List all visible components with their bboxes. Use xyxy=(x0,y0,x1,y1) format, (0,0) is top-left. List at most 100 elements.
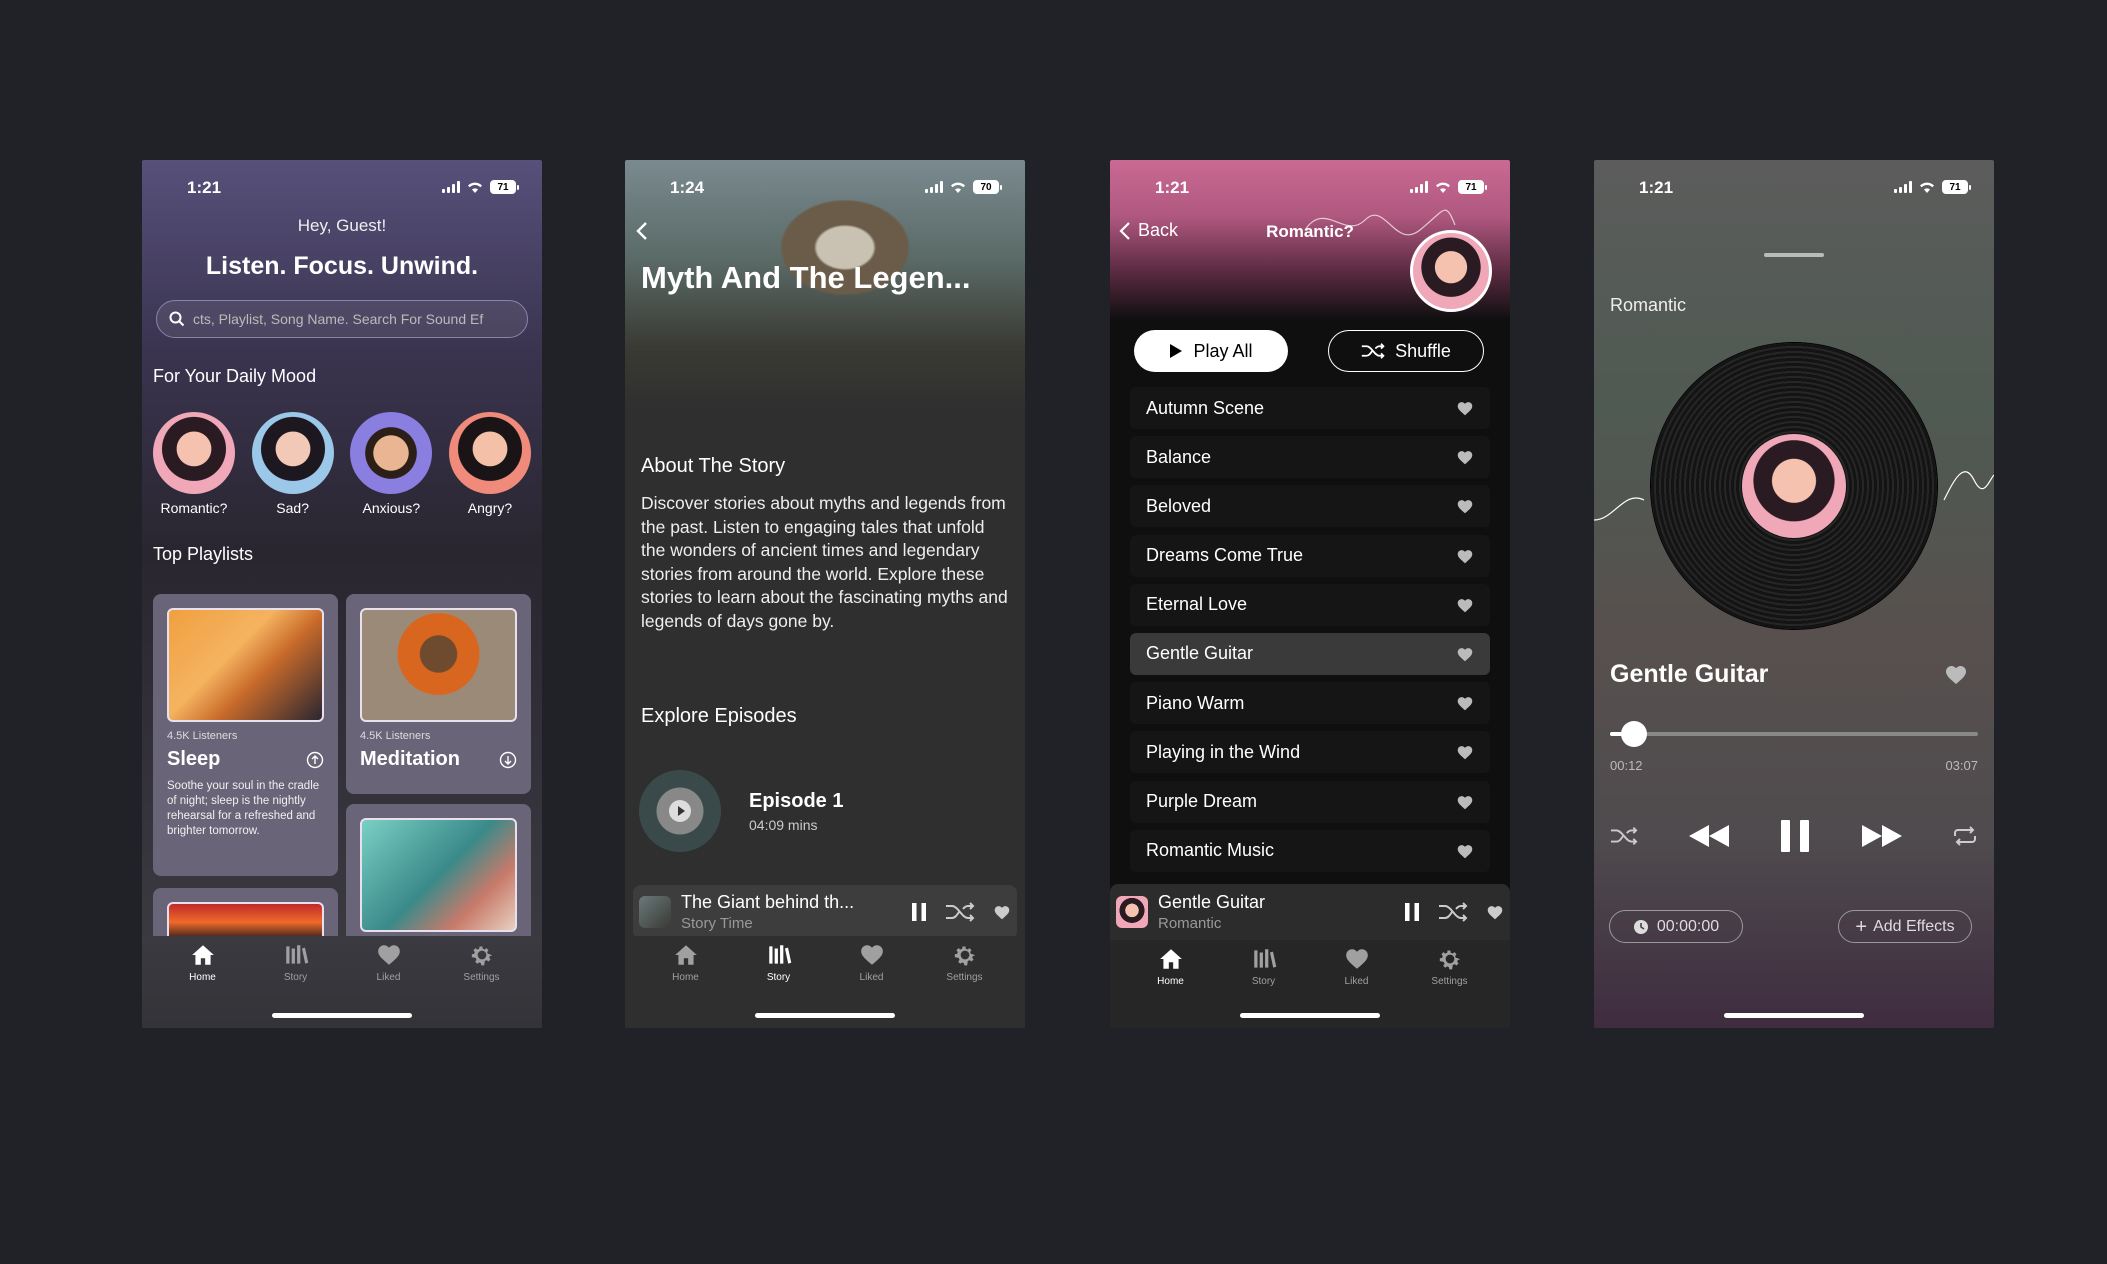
download-icon[interactable] xyxy=(499,751,517,769)
song-row[interactable]: Romantic Music xyxy=(1130,829,1490,872)
mood-avatar xyxy=(350,412,433,494)
song-row[interactable]: Eternal Love xyxy=(1130,583,1490,626)
heart-icon[interactable] xyxy=(1456,843,1474,859)
heart-icon[interactable] xyxy=(993,904,1011,920)
heart-icon[interactable] xyxy=(1456,449,1474,465)
battery-icon: 71 xyxy=(490,180,519,194)
playlist-title: Sleep xyxy=(167,748,221,770)
song-title: Purple Dream xyxy=(1146,791,1258,811)
tab-settings[interactable]: Settings xyxy=(447,942,517,1028)
wifi-icon xyxy=(1434,180,1452,194)
explore-title: Explore Episodes xyxy=(641,705,797,727)
sleep-timer-button[interactable]: 00:00:00 xyxy=(1609,910,1743,943)
playlist-card-meditation[interactable]: 4.5K Listeners Meditation xyxy=(346,594,531,794)
tab-settings[interactable]: Settings xyxy=(930,942,1000,1028)
song-title: Eternal Love xyxy=(1146,594,1248,615)
heart-icon[interactable] xyxy=(1456,597,1474,613)
page-title: Myth And The Legen... xyxy=(641,260,971,295)
status-bar: 1:21 71 xyxy=(1594,178,1994,200)
search-bar[interactable]: cts, Playlist, Song Name. Search For Sou… xyxy=(156,300,528,338)
mood-anxious[interactable]: Anxious? xyxy=(347,412,435,516)
song-title: Playing in the Wind xyxy=(1146,741,1301,762)
wifi-icon xyxy=(466,180,484,194)
tab-label: Settings xyxy=(1431,976,1468,987)
heart-icon xyxy=(377,945,400,965)
home-indicator xyxy=(755,1013,895,1018)
playlist-card-sleep[interactable]: 4.5K Listeners Sleep Soothe your soul in… xyxy=(153,594,338,876)
playlist-listeners: 4.5K Listeners xyxy=(360,730,431,742)
progress-slider[interactable] xyxy=(1610,721,1978,747)
battery-icon: 71 xyxy=(1458,180,1487,194)
song-title: Piano Warm xyxy=(1146,692,1245,713)
search-input[interactable]: cts, Playlist, Song Name. Search For Sou… xyxy=(193,311,483,327)
song-row[interactable]: Purple Dream xyxy=(1130,780,1490,823)
heart-icon[interactable] xyxy=(1456,646,1474,662)
search-icon xyxy=(169,311,185,327)
playlist-card[interactable] xyxy=(346,804,531,944)
mood-avatar xyxy=(251,412,334,494)
fast-forward-icon[interactable] xyxy=(1860,823,1904,849)
mini-player-subtitle: Romantic xyxy=(1158,915,1222,932)
heart-icon[interactable] xyxy=(1456,400,1474,416)
wifi-icon xyxy=(949,180,967,194)
playlist-cover-image xyxy=(360,818,517,932)
tab-label: Settings xyxy=(463,972,500,983)
progress-knob[interactable] xyxy=(1620,721,1647,747)
shuffle-icon[interactable] xyxy=(1438,901,1468,923)
mood-angry[interactable]: Angry? xyxy=(446,412,534,516)
tab-home[interactable]: Home xyxy=(168,942,238,1028)
upload-icon[interactable] xyxy=(306,751,324,769)
mood-avatar xyxy=(153,412,235,494)
add-effects-button[interactable]: + Add Effects xyxy=(1838,910,1972,943)
tab-settings[interactable]: Settings xyxy=(1415,946,1485,1028)
mini-player[interactable]: The Giant behind th... Story Time xyxy=(633,885,1017,939)
episode-row[interactable]: Episode 1 04:09 mins xyxy=(639,770,843,852)
mini-player-title: Gentle Guitar xyxy=(1158,892,1266,912)
heart-icon[interactable] xyxy=(1944,663,1968,685)
shuffle-button[interactable]: Shuffle xyxy=(1328,330,1484,372)
mood-romantic[interactable]: Romantic? xyxy=(150,412,238,516)
play-all-button[interactable]: Play All xyxy=(1134,330,1288,372)
play-icon[interactable] xyxy=(668,799,692,823)
signal-icon xyxy=(442,181,460,193)
drag-handle[interactable] xyxy=(1764,253,1824,257)
song-row[interactable]: Beloved xyxy=(1130,485,1490,528)
tab-home[interactable]: Home xyxy=(1136,946,1206,1028)
play-icon xyxy=(1170,344,1183,358)
shuffle-icon[interactable] xyxy=(945,901,975,923)
playlist-cover-image xyxy=(360,608,517,722)
song-title: Beloved xyxy=(1146,495,1212,516)
episode-thumbnail xyxy=(639,770,721,852)
mood-sad[interactable]: Sad? xyxy=(249,412,337,516)
song-row[interactable]: Piano Warm xyxy=(1130,682,1490,725)
heart-icon[interactable] xyxy=(1486,904,1504,920)
heart-icon[interactable] xyxy=(1456,548,1474,564)
pause-icon[interactable] xyxy=(1404,902,1420,922)
tab-label: Story xyxy=(1251,976,1276,987)
song-row[interactable]: Autumn Scene xyxy=(1130,387,1490,429)
heart-icon[interactable] xyxy=(1456,794,1474,810)
rewind-icon[interactable] xyxy=(1687,823,1731,849)
tab-label: Home xyxy=(672,972,699,983)
playlists-section-title: Top Playlists xyxy=(153,544,254,564)
song-row-selected[interactable]: Gentle Guitar xyxy=(1130,632,1490,675)
wifi-icon xyxy=(1918,180,1936,194)
song-row[interactable]: Dreams Come True xyxy=(1130,534,1490,577)
mini-player[interactable]: Gentle Guitar Romantic xyxy=(1110,884,1510,940)
total-time: 03:07 xyxy=(1945,758,1978,773)
shuffle-icon[interactable] xyxy=(1610,825,1638,847)
song-row[interactable]: Balance xyxy=(1130,436,1490,479)
song-row[interactable]: Playing in the Wind xyxy=(1130,731,1490,774)
repeat-icon[interactable] xyxy=(1952,825,1978,847)
playlist-avatar xyxy=(1410,230,1492,312)
heart-icon[interactable] xyxy=(1456,744,1474,760)
heart-icon[interactable] xyxy=(1456,695,1474,711)
tab-home[interactable]: Home xyxy=(651,942,721,1028)
heart-icon[interactable] xyxy=(1456,498,1474,514)
back-chevron-icon[interactable] xyxy=(633,220,653,242)
pause-icon[interactable] xyxy=(1779,818,1811,854)
player-screen: 1:21 71 Romantic Gentle Guitar 00:12 03:… xyxy=(1594,160,1994,1028)
timer-value: 00:00:00 xyxy=(1656,917,1720,935)
about-text: Discover stories about myths and legends… xyxy=(641,493,1008,631)
pause-icon[interactable] xyxy=(911,902,927,922)
